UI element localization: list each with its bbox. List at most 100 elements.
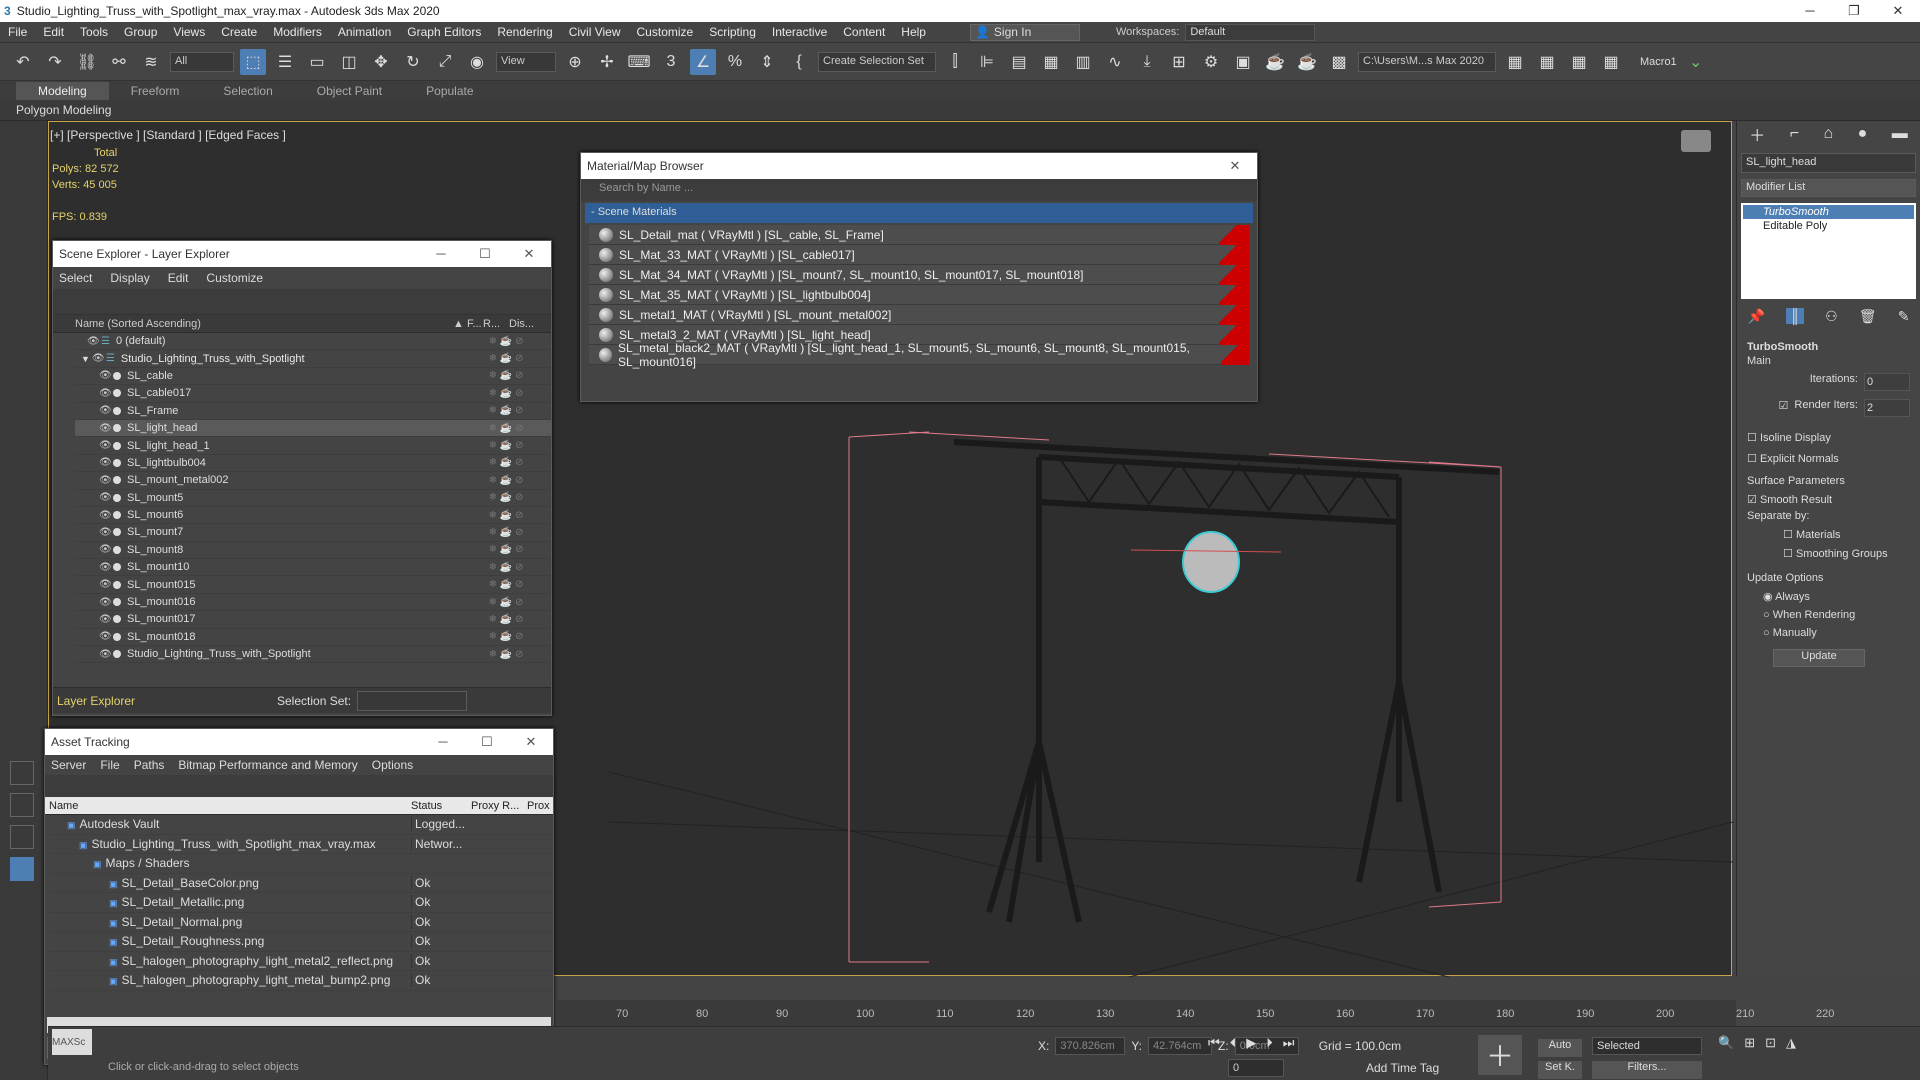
scene-row[interactable]: 👁 SL_mount10 ❄ ☕ ⊘	[75, 559, 551, 577]
asset-row[interactable]: ▣ SL_halogen_photography_light_metal2_ref…	[49, 952, 553, 971]
visibility-eye-icon[interactable]: 👁	[99, 440, 113, 451]
material-browser-titlebar[interactable]: Material/Map Browser ✕	[581, 153, 1257, 179]
scene-materials-group[interactable]: - Scene Materials	[585, 203, 1253, 223]
project-folder-icon[interactable]: ▦	[1502, 49, 1528, 75]
time-ruler[interactable]: 70 80 90 100 110 120 130 140 150 160 170 180 190 200 2…	[556, 1000, 1834, 1026]
expand-toolbar-icon[interactable]: ⌄	[1683, 49, 1709, 75]
layout-thumb-2[interactable]	[10, 793, 34, 817]
zoom-all-icon[interactable]: ⊞	[1744, 1035, 1755, 1051]
select-object-icon[interactable]: ⬚	[240, 48, 266, 75]
unlink-icon[interactable]: ⚯	[106, 49, 132, 75]
spinner-snap-icon[interactable]: ⇕	[754, 49, 780, 75]
menu-file[interactable]: File	[0, 25, 35, 39]
asset-menu-paths[interactable]: Paths	[134, 758, 165, 772]
display-tab-icon[interactable]: ▬	[1892, 125, 1908, 143]
material-row[interactable]: SL_Mat_34_MAT ( VRayMtl ) [SL_mount7, SL…	[589, 264, 1249, 285]
scene-menu-edit[interactable]: Edit	[168, 271, 189, 285]
ribbon-tab-modeling[interactable]: Modeling	[16, 82, 109, 100]
y-field[interactable]: 42.764cm	[1148, 1037, 1213, 1055]
asset-maximize[interactable]: ☐	[465, 734, 509, 750]
asset-col-proxy[interactable]: Prox	[527, 800, 550, 812]
scene-minimize[interactable]: ─	[419, 246, 463, 262]
bind-space-warp-icon[interactable]: ≋	[138, 49, 164, 75]
asset-row[interactable]: ▣ Maps / Shaders	[49, 854, 553, 874]
menu-civil-view[interactable]: Civil View	[561, 25, 629, 39]
scene-row[interactable]: 👁 SL_cable ❄ ☕ ⊘	[75, 368, 551, 386]
ribbon-tab-object-paint[interactable]: Object Paint	[295, 84, 404, 98]
layer-explorer-dropdown[interactable]: Layer Explorer	[57, 694, 217, 708]
asset-titlebar[interactable]: Asset Tracking ─ ☐ ✕	[45, 729, 553, 755]
current-frame-field[interactable]: 0	[1228, 1059, 1284, 1077]
play-icon[interactable]: ▶	[1246, 1035, 1256, 1051]
key-filters-button[interactable]: Filters...	[1592, 1061, 1702, 1079]
make-unique-icon[interactable]: ⚇	[1825, 308, 1838, 325]
visibility-eye-icon[interactable]: 👁	[99, 405, 113, 416]
scene-row[interactable]: 👁 SL_mount015 ❄ ☕ ⊘	[75, 576, 551, 594]
configure-sets-icon[interactable]: ✎	[1898, 308, 1910, 325]
close-button[interactable]: ✕	[1876, 3, 1920, 19]
project-icon-3[interactable]: ▦	[1566, 49, 1592, 75]
material-row[interactable]: SL_Detail_mat ( VRayMtl ) [SL_cable, SL_…	[589, 224, 1249, 245]
manually-radio[interactable]: ○	[1763, 627, 1770, 639]
expand-arrow-icon[interactable]: ▼	[81, 354, 90, 364]
update-button[interactable]: Update	[1773, 649, 1865, 667]
window-crossing-icon[interactable]: ◫	[336, 49, 362, 75]
auto-key-button[interactable]: Auto	[1538, 1039, 1582, 1057]
asset-menu-server[interactable]: Server	[51, 758, 86, 772]
modify-tab-icon[interactable]: ⌐	[1790, 125, 1799, 143]
snap-3d-icon[interactable]: 3	[658, 49, 684, 75]
mirror-icon[interactable]: ⫿	[942, 49, 968, 75]
render-setup-icon[interactable]: ⚙	[1198, 49, 1224, 75]
pin-stack-icon[interactable]: 📌	[1748, 308, 1765, 325]
set-key-button[interactable]: Set K.	[1538, 1061, 1582, 1079]
zoom-icon[interactable]: 🔍	[1718, 1035, 1734, 1051]
asset-col-proxy-r[interactable]: Proxy R...	[471, 800, 527, 812]
visibility-eye-icon[interactable]: 👁	[99, 492, 113, 503]
key-filter-dropdown[interactable]: Selected	[1592, 1037, 1702, 1055]
link-icon[interactable]: ⛓	[74, 49, 100, 75]
visibility-eye-icon[interactable]: 👁	[99, 423, 113, 434]
workspace-dropdown[interactable]: Default	[1185, 23, 1316, 41]
asset-row[interactable]: ▣ SL_halogen_photography_light_metal_bump…	[49, 971, 553, 991]
visibility-eye-icon[interactable]: 👁	[99, 562, 113, 573]
visibility-eye-icon[interactable]: 👁	[99, 457, 113, 468]
asset-close[interactable]: ✕	[509, 734, 553, 750]
schematic-view-icon[interactable]: ⤓	[1134, 49, 1160, 75]
scene-row[interactable]: 👁 SL_light_head_1 ❄ ☕ ⊘	[75, 437, 551, 455]
smoothing-groups-checkbox[interactable]: ☐	[1783, 548, 1793, 560]
visibility-eye-icon[interactable]: 👁	[99, 510, 113, 521]
visibility-eye-icon[interactable]: 👁	[99, 527, 113, 538]
menu-modifiers[interactable]: Modifiers	[265, 25, 330, 39]
ribbon-toggle-icon[interactable]: ▥	[1070, 49, 1096, 75]
pivot-icon[interactable]: ⊕	[562, 49, 588, 75]
menu-customize[interactable]: Customize	[629, 25, 702, 39]
add-time-tag[interactable]: Add Time Tag	[1366, 1061, 1439, 1075]
isoline-checkbox[interactable]: ☐	[1747, 432, 1757, 444]
asset-row[interactable]: ▣ SL_Detail_Metallic.png Ok	[49, 893, 553, 913]
col-r-header[interactable]: R...	[483, 318, 509, 330]
key-mode-icon[interactable]: ＋	[1478, 1035, 1522, 1075]
edit-named-sel-icon[interactable]: {	[786, 49, 812, 75]
place-icon[interactable]: ◉	[464, 49, 490, 75]
scene-row[interactable]: 👁 SL_mount016 ❄ ☕ ⊘	[75, 594, 551, 612]
scene-row[interactable]: 👁 SL_cable017 ❄ ☕ ⊘	[75, 385, 551, 403]
menu-graph-editors[interactable]: Graph Editors	[399, 25, 489, 39]
rect-region-icon[interactable]: ▭	[304, 49, 330, 75]
visibility-eye-icon[interactable]: 👁	[99, 544, 113, 555]
scene-row[interactable]: 👁 SL_mount_metal002 ❄ ☕ ⊘	[75, 472, 551, 490]
visibility-eye-icon[interactable]: 👁	[99, 388, 113, 399]
fov-icon[interactable]: ◮	[1786, 1035, 1796, 1051]
scene-row[interactable]: 👁 SL_light_head ❄ ☕ ⊘	[75, 419, 551, 438]
maxscript-listener[interactable]: MAXSc	[52, 1029, 92, 1055]
col-f-header[interactable]: ▲ F...	[453, 318, 483, 330]
reference-coord-dropdown[interactable]: View	[496, 51, 556, 72]
selection-set-dropdown[interactable]	[357, 690, 468, 711]
scene-row[interactable]: 👁 Studio_Lighting_Truss_with_Spotlight ❄ ☕…	[75, 646, 551, 664]
asset-row[interactable]: ▣ SL_Detail_Roughness.png Ok	[49, 932, 553, 952]
scene-explorer-icon[interactable]: ▦	[1038, 49, 1064, 75]
stack-editable-poly[interactable]: Editable Poly	[1743, 219, 1914, 233]
menu-scripting[interactable]: Scripting	[701, 25, 764, 39]
select-by-name-icon[interactable]: ☰	[272, 49, 298, 75]
asset-col-status[interactable]: Status	[411, 800, 471, 812]
always-radio[interactable]: ◉	[1763, 591, 1773, 603]
